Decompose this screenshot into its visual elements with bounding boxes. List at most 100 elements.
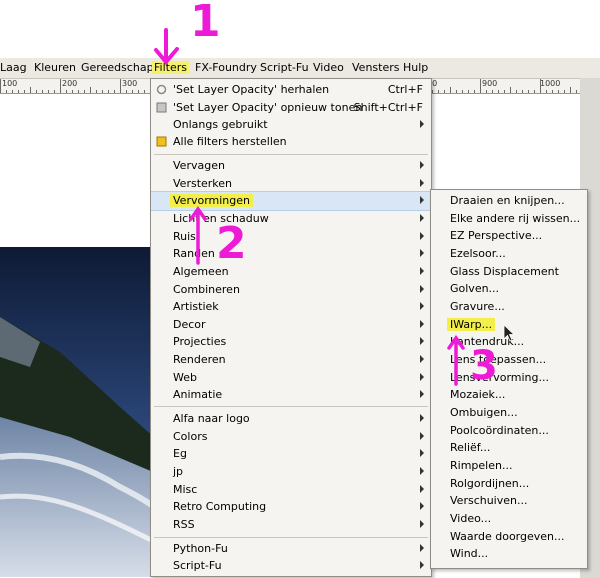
submenu-item[interactable]: Mozaiek...	[431, 386, 587, 404]
ruler-tick	[120, 79, 121, 93]
menu-item-label: RSS	[173, 518, 195, 531]
submenu-item[interactable]: Draaien en knijpen...	[431, 192, 587, 210]
menu-item-vervagen[interactable]: Vervagen	[151, 157, 431, 175]
submenu-item[interactable]: Verschuiven...	[431, 492, 587, 510]
submenu-arrow-icon	[420, 544, 424, 552]
menu-item-label: Poolcoördinaten...	[450, 424, 549, 437]
menu-item-alfa-naar-logo[interactable]: Alfa naar logo	[151, 410, 431, 428]
menu-item-projecties[interactable]: Projecties	[151, 333, 431, 351]
menu-item-renderen[interactable]: Renderen	[151, 351, 431, 369]
menu-item-label: Video...	[450, 512, 492, 525]
menu-item-label: Combineren	[173, 283, 240, 296]
submenu-arrow-icon	[420, 467, 424, 475]
ruler-tick	[144, 90, 145, 93]
menu-item-label: Onlangs gebruikt	[173, 118, 268, 131]
submenu-item[interactable]: EZ Perspective...	[431, 227, 587, 245]
ruler-tick	[42, 90, 43, 93]
ruler-tick	[96, 90, 97, 93]
menu-item-label: Eg	[173, 447, 187, 460]
ruler-label: 1000	[540, 79, 561, 88]
submenu-item[interactable]: Waarde doorgeven...	[431, 528, 587, 546]
ruler-tick	[30, 87, 31, 93]
menu-item-colors[interactable]: Colors	[151, 428, 431, 446]
submenu-arrow-icon	[420, 520, 424, 528]
menu-item-label: Versterken	[173, 177, 233, 190]
menu-item-rss[interactable]: RSS	[151, 516, 431, 534]
menu-item-combineren[interactable]: Combineren	[151, 281, 431, 299]
menu-hulp[interactable]: Hulp	[403, 61, 428, 74]
menu-laag[interactable]: Laag	[0, 61, 27, 74]
submenu-item[interactable]: Rimpelen...	[431, 457, 587, 475]
menu-item-recent[interactable]: Onlangs gebruikt	[151, 116, 431, 134]
submenu-item[interactable]: Reliëf...	[431, 439, 587, 457]
menu-script-fu[interactable]: Script-Fu	[260, 61, 309, 74]
menu-item-label: Mozaiek...	[450, 388, 506, 401]
ruler-tick	[498, 90, 499, 93]
menu-item-reshow[interactable]: 'Set Layer Opacity' opnieuw tonen Shift+…	[151, 99, 431, 117]
ruler-tick	[558, 90, 559, 93]
menu-video[interactable]: Video	[313, 61, 344, 74]
submenu-arrow-icon	[420, 232, 424, 240]
annotation-arrow-down-icon	[154, 28, 179, 66]
menu-item-label: 'Set Layer Opacity' herhalen	[173, 83, 330, 96]
ruler-tick	[24, 90, 25, 93]
ruler-tick	[486, 90, 487, 93]
menu-item-web[interactable]: Web	[151, 369, 431, 387]
submenu-item[interactable]: Elke andere rij wissen...	[431, 210, 587, 228]
ruler-tick	[78, 90, 79, 93]
ruler-tick	[54, 90, 55, 93]
menu-item-misc[interactable]: Misc	[151, 481, 431, 499]
submenu-item[interactable]: Glass Displacement	[431, 263, 587, 281]
submenu-item[interactable]: Poolcoördinaten...	[431, 422, 587, 440]
menu-item-label: Waarde doorgeven...	[450, 530, 565, 543]
submenu-arrow-icon	[420, 320, 424, 328]
menu-item-decor[interactable]: Decor	[151, 316, 431, 334]
menu-item-reset-filters[interactable]: Alle filters herstellen	[151, 133, 431, 151]
menu-item-eg[interactable]: Eg	[151, 445, 431, 463]
submenu-item[interactable]: Video...	[431, 510, 587, 528]
menu-item-python-fu[interactable]: Python-Fu	[151, 540, 431, 558]
ruler-tick	[534, 90, 535, 93]
submenu-item[interactable]: Rolgordijnen...	[431, 475, 587, 493]
submenu-arrow-icon	[420, 302, 424, 310]
menu-vensters[interactable]: Vensters	[352, 61, 399, 74]
menu-item-retro-computing[interactable]: Retro Computing	[151, 498, 431, 516]
submenu-item[interactable]: Wind...	[431, 545, 587, 563]
menu-item-label: Wind...	[450, 547, 489, 560]
menu-gereedschap[interactable]: Gereedschap	[81, 61, 154, 74]
menu-separator	[154, 154, 428, 155]
menu-item-repeat[interactable]: 'Set Layer Opacity' herhalen Ctrl+F	[151, 81, 431, 99]
menu-item-label: Script-Fu	[173, 559, 222, 572]
ruler-tick	[36, 90, 37, 93]
ruler-tick	[438, 90, 439, 93]
menu-item-label: Vervagen	[173, 159, 225, 172]
ruler-tick	[90, 87, 91, 93]
reset-icon	[156, 136, 167, 147]
ruler-tick	[510, 87, 511, 93]
submenu-arrow-icon	[420, 390, 424, 398]
shortcut-label: Shift+Ctrl+F	[353, 101, 423, 114]
menu-item-label: Misc	[173, 483, 198, 496]
menu-kleuren[interactable]: Kleuren	[34, 61, 76, 74]
ruler-label: 200	[62, 79, 78, 88]
menu-item-artistiek[interactable]: Artistiek	[151, 298, 431, 316]
submenu-item[interactable]: Gravure...	[431, 298, 587, 316]
submenu-arrow-icon	[420, 485, 424, 493]
menu-fx-foundry[interactable]: FX-Foundry	[195, 61, 257, 74]
menu-item-jp[interactable]: jp	[151, 463, 431, 481]
ruler-tick	[456, 90, 457, 93]
menu-item-script-fu[interactable]: Script-Fu	[151, 557, 431, 575]
menu-item-label: Golven...	[450, 282, 500, 295]
menu-item-animatie[interactable]: Animatie	[151, 386, 431, 404]
ruler-tick	[468, 90, 469, 93]
menu-item-algemeen[interactable]: Algemeen	[151, 263, 431, 281]
menu-separator	[154, 537, 428, 538]
reshow-icon	[156, 102, 167, 113]
submenu-arrow-icon	[420, 267, 424, 275]
mouse-pointer-icon	[503, 324, 515, 342]
submenu-item[interactable]: Ezelsoor...	[431, 245, 587, 263]
ruler-tick	[540, 79, 541, 93]
submenu-item[interactable]: Ombuigen...	[431, 404, 587, 422]
submenu-item[interactable]: Golven...	[431, 280, 587, 298]
menu-item-label: Python-Fu	[173, 542, 228, 555]
